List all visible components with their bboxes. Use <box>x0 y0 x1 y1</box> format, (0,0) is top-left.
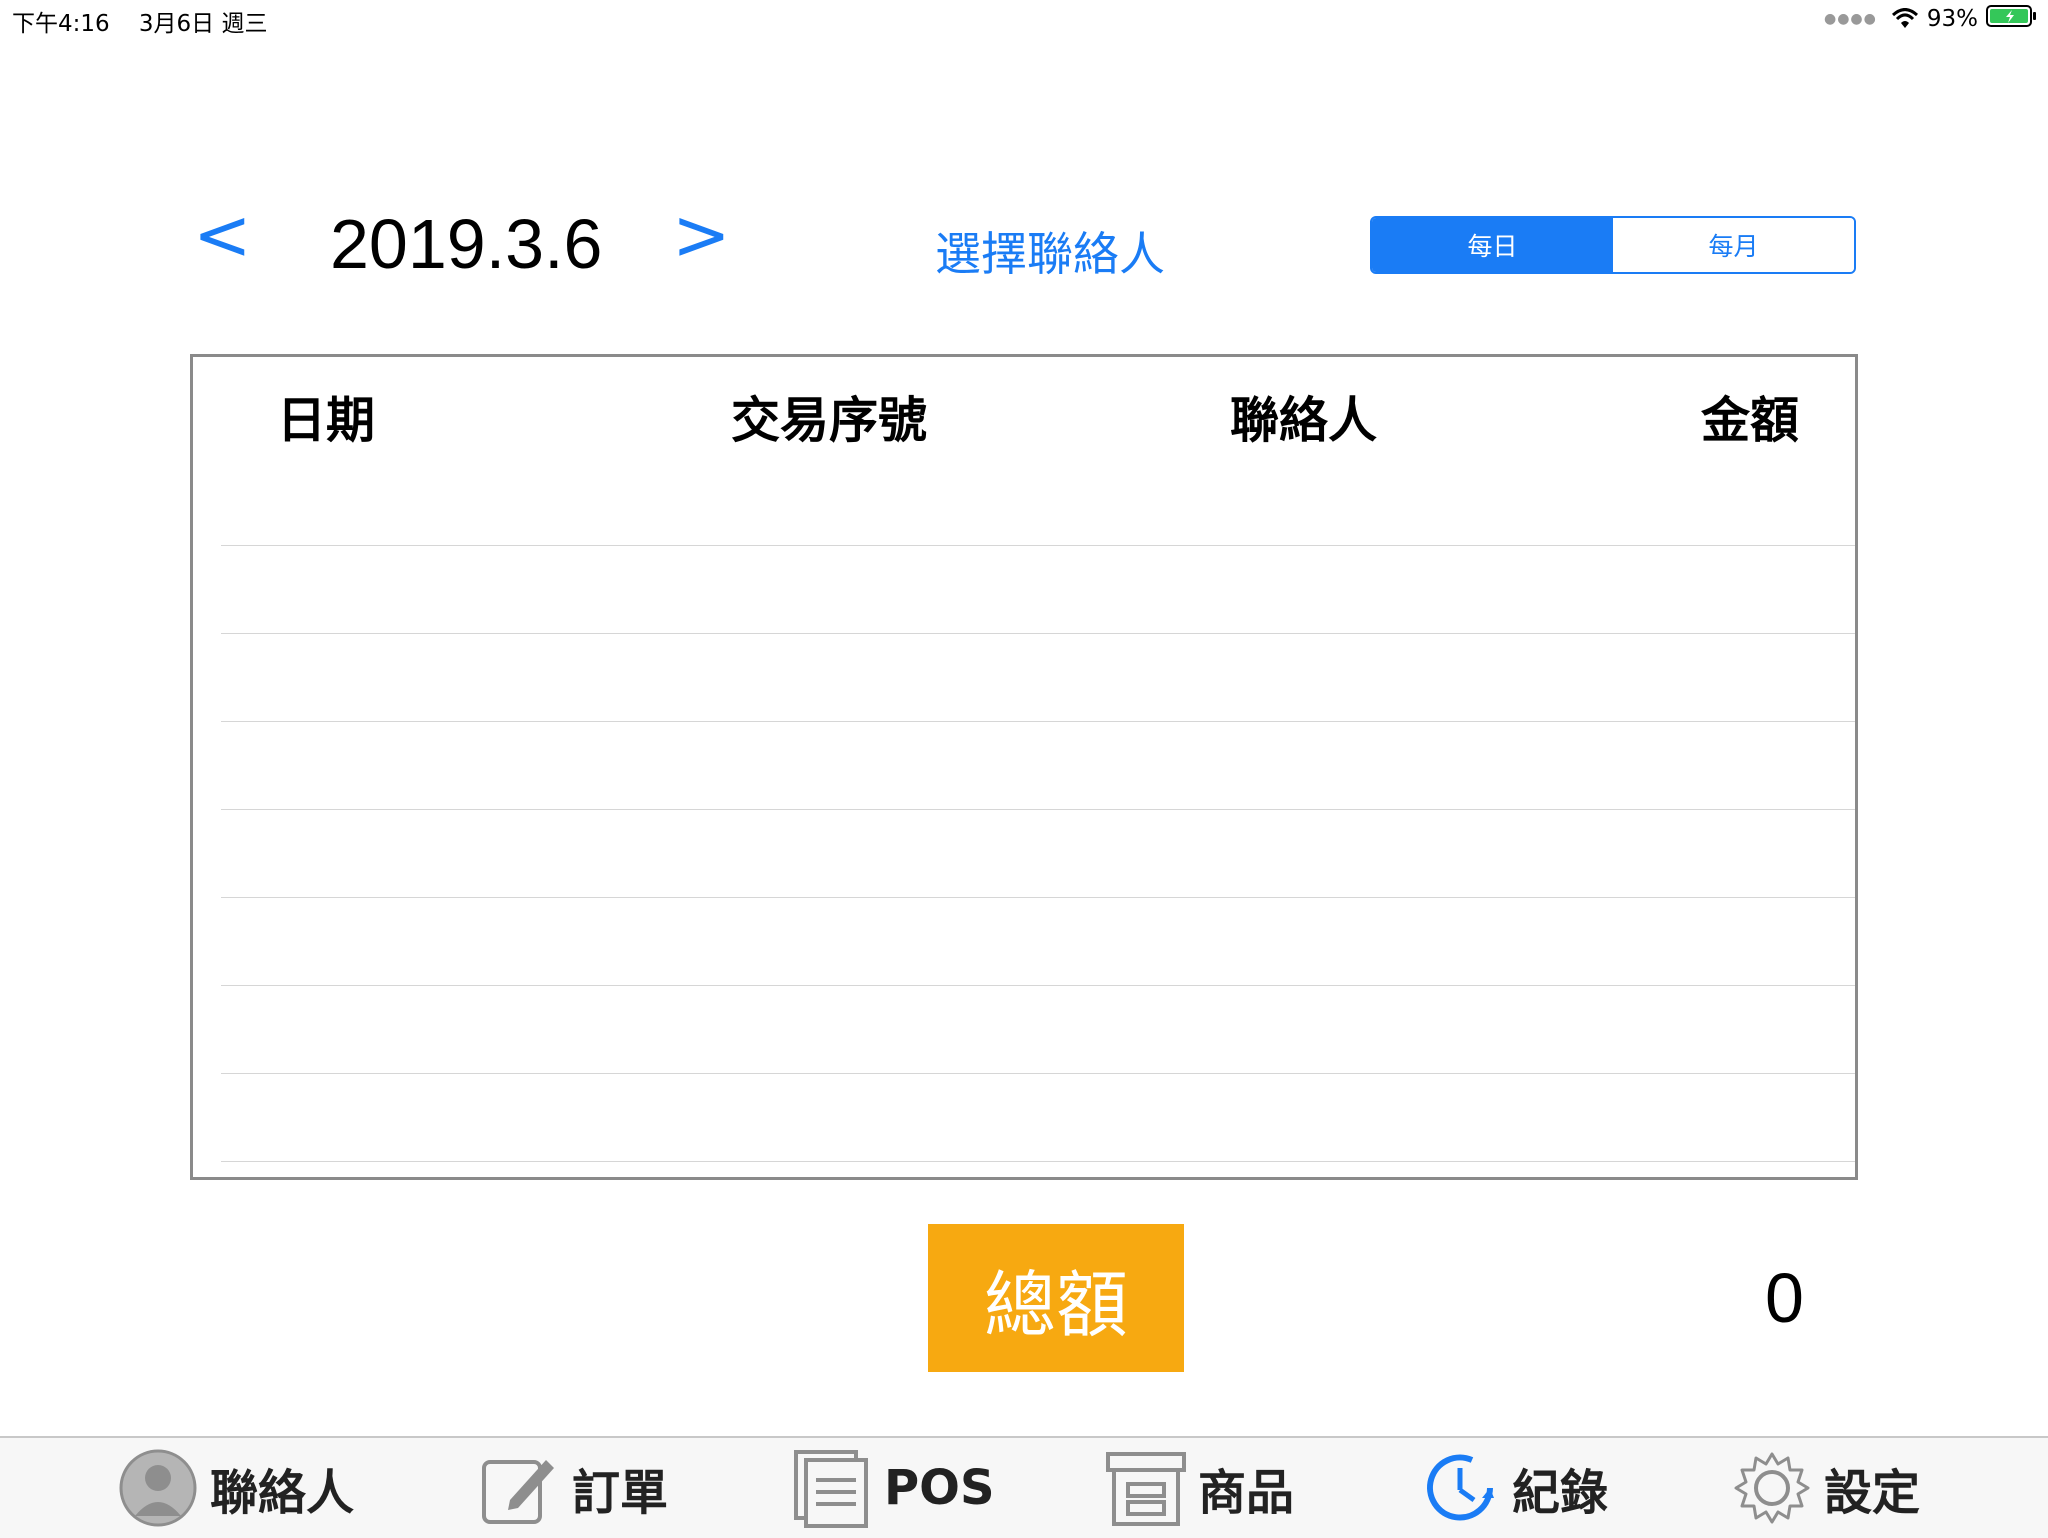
document-icon <box>794 1450 868 1528</box>
tab-label-contacts: 聯絡人 <box>210 1465 355 1521</box>
cellular-signal-icon: ●●●● <box>1824 11 1877 27</box>
person-icon <box>119 1449 197 1527</box>
row-divider <box>221 721 1855 722</box>
archive-box-icon <box>1106 1452 1186 1526</box>
battery-percent: 93% <box>1926 6 1978 32</box>
column-header-contact: 聯絡人 <box>1230 392 1378 449</box>
row-divider <box>221 985 1855 986</box>
column-header-transaction-no: 交易序號 <box>731 392 928 449</box>
row-divider <box>221 1073 1855 1074</box>
segment-monthly[interactable]: 每月 <box>1613 218 1854 272</box>
gear-icon <box>1734 1452 1810 1524</box>
row-divider <box>221 897 1855 898</box>
column-header-amount: 金額 <box>1701 392 1800 449</box>
tab-contacts[interactable]: 聯絡人 <box>118 1438 354 1538</box>
tab-records[interactable]: 紀錄 <box>1420 1438 1608 1538</box>
select-contact-button[interactable]: 選擇聯絡人 <box>935 218 1165 284</box>
tab-label-records: 紀錄 <box>1512 1465 1609 1521</box>
tab-pos[interactable]: POS <box>792 1438 995 1538</box>
period-segmented-control: 每日 每月 <box>1370 216 1856 274</box>
tab-bar: 聯絡人 訂單 POS 商品 紀錄 設定 <box>0 1436 2048 1538</box>
tab-label-products: 商品 <box>1198 1465 1295 1521</box>
tab-label-pos: POS <box>884 1460 995 1516</box>
records-table: 日期 交易序號 聯絡人 金額 <box>190 354 1858 1180</box>
row-divider <box>221 633 1855 634</box>
tab-orders[interactable]: 訂單 <box>480 1438 668 1538</box>
total-button[interactable]: 總額 <box>928 1224 1184 1372</box>
total-amount: 0 <box>1765 1259 1804 1337</box>
tab-label-settings: 設定 <box>1824 1465 1921 1521</box>
next-date-button[interactable]: > <box>672 200 731 270</box>
previous-date-button[interactable]: < <box>193 200 252 270</box>
status-bar: 下午4:16 3月6日 週三 ●●●● 93% <box>0 0 2048 40</box>
column-header-date: 日期 <box>277 392 376 449</box>
row-divider <box>221 1161 1855 1162</box>
status-date: 3月6日 週三 <box>138 11 268 37</box>
tab-products[interactable]: 商品 <box>1106 1438 1294 1538</box>
status-time-date: 下午4:16 3月6日 週三 <box>12 4 267 38</box>
status-time: 下午4:16 <box>12 11 110 37</box>
segment-daily[interactable]: 每日 <box>1372 218 1613 272</box>
edit-icon <box>482 1460 554 1524</box>
battery-icon <box>1986 4 2038 34</box>
row-divider <box>221 545 1855 546</box>
status-indicators: ●●●● 93% <box>1824 4 2038 34</box>
row-divider <box>221 809 1855 810</box>
wifi-icon <box>1891 8 1919 30</box>
current-date: 2019.3.6 <box>330 205 603 283</box>
tab-label-orders: 訂單 <box>572 1465 669 1521</box>
history-clock-icon <box>1427 1454 1494 1521</box>
tab-settings[interactable]: 設定 <box>1732 1438 1920 1538</box>
